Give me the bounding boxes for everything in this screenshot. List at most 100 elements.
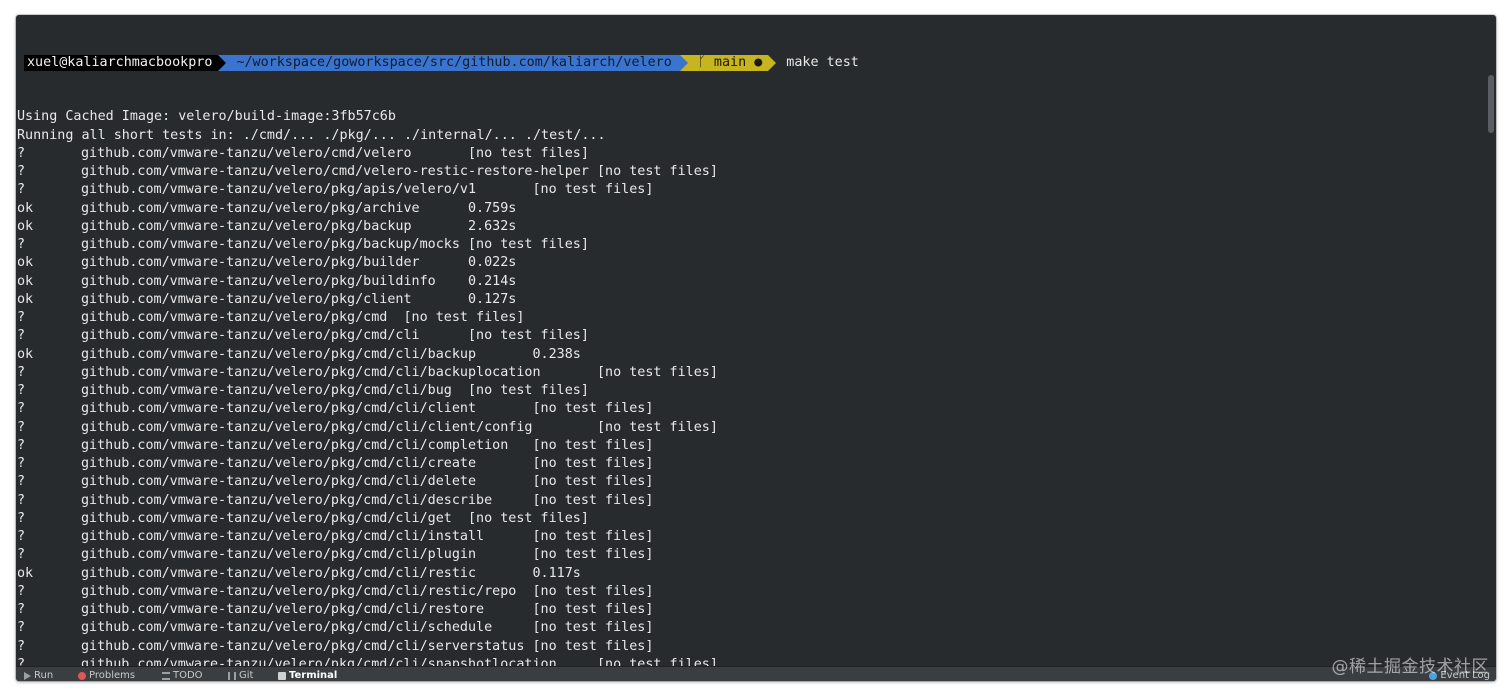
terminal-line: Using Cached Image: velero/build-image:3…: [16, 108, 1496, 126]
terminal-line: ? github.com/vmware-tanzu/velero/pkg/cmd/…: [16, 455, 1496, 473]
terminal-line: ? github.com/vmware-tanzu/velero/pkg/cmd/…: [16, 619, 1496, 637]
tool-tab-problems[interactable]: Problems: [78, 670, 135, 681]
terminal-line-text: github.com/vmware-tanzu/velero/pkg/cmd/c…: [81, 364, 718, 380]
terminal-scrollbar[interactable]: [1488, 75, 1494, 133]
terminal-line: ok github.com/vmware-tanzu/velero/pkg/bui…: [16, 254, 1496, 272]
terminal-line: ? github.com/vmware-tanzu/velero/pkg/cmd …: [16, 309, 1496, 327]
terminal-line-text: github.com/vmware-tanzu/velero/cmd/veler…: [81, 164, 718, 180]
shell-prompt: xuel@kaliarchmacbookpro ~/workspace/gowo…: [24, 54, 1496, 72]
terminal-icon: [278, 671, 286, 680]
test-status: ?: [17, 145, 26, 161]
tool-tab-todo-label: TODO: [173, 670, 203, 681]
problems-icon: [78, 671, 86, 680]
test-status: ?: [17, 437, 26, 453]
terminal-line-text: github.com/vmware-tanzu/velero/pkg/cmd/c…: [81, 437, 654, 453]
prompt-branch-label: main ●: [713, 54, 763, 70]
terminal-line: ? github.com/vmware-tanzu/velero/pkg/cmd/…: [16, 601, 1496, 619]
test-status: ?: [17, 583, 26, 599]
prompt-command: make test: [786, 54, 859, 70]
terminal-line: ? github.com/vmware-tanzu/velero/pkg/cmd/…: [16, 382, 1496, 400]
terminal-line: ? github.com/vmware-tanzu/velero/pkg/back…: [16, 236, 1496, 254]
terminal-line-text: github.com/vmware-tanzu/velero/pkg/cmd/c…: [81, 401, 654, 417]
terminal-line-text: github.com/vmware-tanzu/velero/pkg/cmd/c…: [81, 510, 589, 526]
test-status: ?: [17, 419, 26, 435]
terminal-line-text: github.com/vmware-tanzu/velero/pkg/cmd/c…: [81, 346, 581, 362]
terminal-line: ? github.com/vmware-tanzu/velero/pkg/cmd/…: [16, 583, 1496, 601]
terminal-line-text: github.com/vmware-tanzu/velero/pkg/backu…: [81, 218, 517, 234]
test-status: ok: [17, 200, 34, 216]
terminal-line-text: github.com/vmware-tanzu/velero/pkg/backu…: [81, 237, 589, 253]
terminal-line: ? github.com/vmware-tanzu/velero/cmd/vele…: [16, 145, 1496, 163]
terminal-line-text: github.com/vmware-tanzu/velero/pkg/cmd/c…: [81, 456, 654, 472]
terminal-line: ? github.com/vmware-tanzu/velero/pkg/apis…: [16, 181, 1496, 199]
terminal-line: ? github.com/vmware-tanzu/velero/cmd/vele…: [16, 163, 1496, 181]
powerline-separator-icon: [218, 54, 227, 71]
terminal-line: ? github.com/vmware-tanzu/velero/pkg/cmd/…: [16, 638, 1496, 656]
git-branch-icon: ᚴ: [697, 54, 714, 70]
terminal-line-text: github.com/vmware-tanzu/velero/pkg/cmd/c…: [81, 419, 718, 435]
terminal-line: ok github.com/vmware-tanzu/velero/pkg/arc…: [16, 200, 1496, 218]
test-status: ?: [17, 328, 26, 344]
ide-window: xuel@kaliarchmacbookpro ~/workspace/gowo…: [16, 15, 1496, 681]
tool-tab-terminal[interactable]: Terminal: [278, 670, 337, 681]
terminal-line: ? github.com/vmware-tanzu/velero/pkg/cmd/…: [16, 473, 1496, 491]
terminal-line: ok github.com/vmware-tanzu/velero/pkg/cmd…: [16, 565, 1496, 583]
terminal-line-text: github.com/vmware-tanzu/velero/pkg/cmd/c…: [81, 565, 581, 581]
test-status: ok: [17, 273, 34, 289]
tool-tab-problems-label: Problems: [89, 670, 136, 681]
test-status: ?: [17, 401, 26, 417]
terminal-line: ? github.com/vmware-tanzu/velero/pkg/cmd/…: [16, 528, 1496, 546]
tool-tab-todo[interactable]: TODO: [162, 670, 203, 681]
terminal-line-text: github.com/vmware-tanzu/velero/pkg/cmd/c…: [81, 529, 654, 545]
test-status: ?: [17, 310, 26, 326]
terminal-line: ? github.com/vmware-tanzu/velero/pkg/cmd/…: [16, 510, 1496, 528]
terminal-output: Using Cached Image: velero/build-image:3…: [16, 108, 1496, 681]
terminal-line-text: github.com/vmware-tanzu/velero/pkg/cmd/c…: [81, 602, 654, 618]
terminal-line-text: github.com/vmware-tanzu/velero/pkg/build…: [81, 255, 517, 271]
terminal-line-text: github.com/vmware-tanzu/velero/pkg/clien…: [81, 291, 517, 307]
terminal-line: ok github.com/vmware-tanzu/velero/pkg/bui…: [16, 273, 1496, 291]
terminal-line-text: github.com/vmware-tanzu/velero/pkg/cmd/c…: [81, 328, 589, 344]
test-status: ok: [17, 291, 34, 307]
terminal-line-text: github.com/vmware-tanzu/velero/pkg/cmd/c…: [81, 492, 654, 508]
terminal-line-text: github.com/vmware-tanzu/velero/pkg/cmd/c…: [81, 474, 654, 490]
terminal-line: ? github.com/vmware-tanzu/velero/pkg/cmd/…: [16, 327, 1496, 345]
test-status: ?: [17, 182, 26, 198]
todo-icon: [162, 671, 170, 680]
test-status: ?: [17, 638, 26, 654]
terminal-line: ? github.com/vmware-tanzu/velero/pkg/cmd/…: [16, 546, 1496, 564]
test-status: ?: [17, 529, 26, 545]
git-icon: [228, 671, 236, 680]
test-status: ok: [17, 565, 34, 581]
test-status: ?: [17, 547, 26, 563]
terminal-panel[interactable]: xuel@kaliarchmacbookpro ~/workspace/gowo…: [16, 15, 1496, 681]
terminal-line-text: Running all short tests in: ./cmd/... ./…: [17, 127, 606, 143]
tool-tab-run[interactable]: Run: [24, 670, 53, 681]
test-status: ?: [17, 164, 26, 180]
tool-tab-git[interactable]: Git: [228, 670, 253, 681]
terminal-line-text: github.com/vmware-tanzu/velero/pkg/cmd/c…: [81, 547, 654, 563]
test-status: ?: [17, 474, 26, 490]
tool-tab-run-label: Run: [34, 670, 54, 681]
terminal-line: ? github.com/vmware-tanzu/velero/pkg/cmd/…: [16, 437, 1496, 455]
terminal-line: ? github.com/vmware-tanzu/velero/pkg/cmd/…: [16, 419, 1496, 437]
terminal-line-text: github.com/vmware-tanzu/velero/pkg/build…: [81, 273, 517, 289]
test-status: ?: [17, 510, 26, 526]
test-status: ?: [17, 456, 26, 472]
terminal-line-text: github.com/vmware-tanzu/velero/cmd/veler…: [81, 145, 589, 161]
powerline-separator-icon: [768, 54, 777, 71]
test-status: ok: [17, 255, 34, 271]
terminal-line: Running all short tests in: ./cmd/... ./…: [16, 127, 1496, 145]
test-status: ?: [17, 620, 26, 636]
terminal-line-text: github.com/vmware-tanzu/velero/pkg/archi…: [81, 200, 517, 216]
terminal-line-text: github.com/vmware-tanzu/velero/pkg/cmd/c…: [81, 383, 589, 399]
prompt-user-segment: xuel@kaliarchmacbookpro: [24, 54, 219, 71]
test-status: ?: [17, 492, 26, 508]
prompt-branch-segment: ᚴ main ●: [687, 54, 769, 71]
terminal-line: ok github.com/vmware-tanzu/velero/pkg/cmd…: [16, 346, 1496, 364]
tool-tab-git-label: Git: [239, 670, 254, 681]
terminal-line-text: github.com/vmware-tanzu/velero/pkg/cmd/c…: [81, 620, 654, 636]
test-status: ?: [17, 237, 26, 253]
terminal-line: ok github.com/vmware-tanzu/velero/pkg/bac…: [16, 218, 1496, 236]
tool-window-bar: Run Problems TODO Git Terminal Event Log: [16, 666, 1496, 681]
